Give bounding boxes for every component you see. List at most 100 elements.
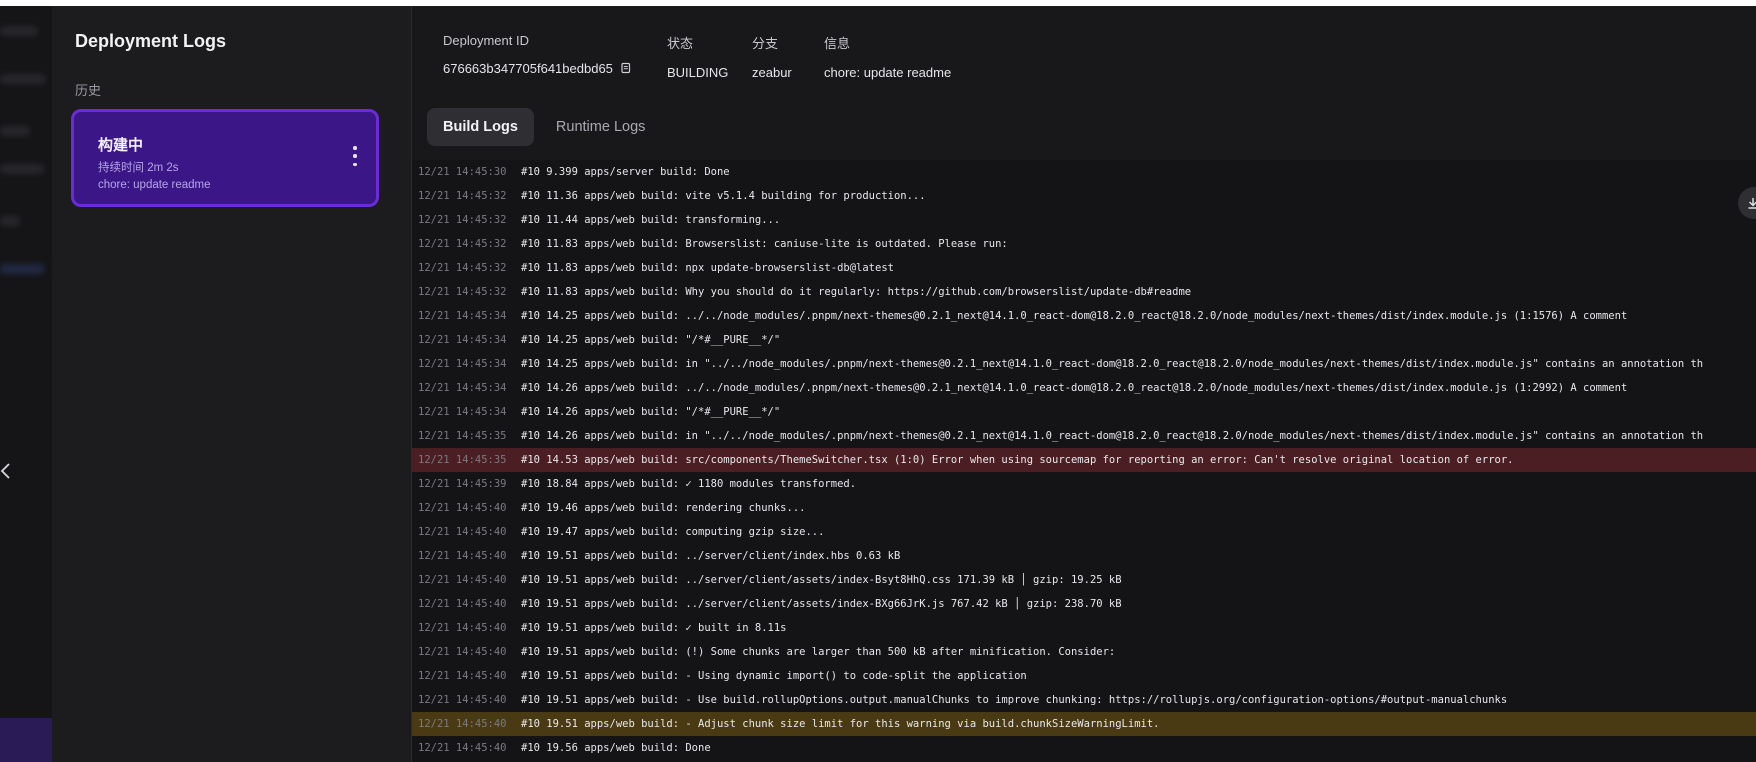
history-label: 历史	[75, 83, 102, 98]
log-timestamp: 12/21 14:45:40	[418, 550, 507, 562]
log-line: 12/21 14:45:34 #10 14.25 apps/web build: …	[412, 304, 1756, 328]
log-timestamp: 12/21 14:45:35	[418, 430, 507, 442]
log-line: 12/21 14:45:34 #10 14.25 apps/web build: …	[412, 352, 1756, 376]
log-line: 12/21 14:45:30 #10 9.399 apps/server buil…	[412, 160, 1756, 184]
log-message: #10 19.51 apps/web build: - Use build.ro…	[521, 694, 1508, 706]
branch-label: 分支	[752, 36, 779, 51]
log-timestamp: 12/21 14:45:34	[418, 358, 507, 370]
message-field: 信息 chore: update readme	[824, 33, 951, 80]
sidebar-title: Deployment Logs	[75, 31, 227, 51]
log-timestamp: 12/21 14:45:40	[418, 742, 507, 754]
log-timestamp: 12/21 14:45:34	[418, 382, 507, 394]
background-glow	[0, 718, 52, 762]
log-message: #10 19.51 apps/web build: (!) Some chunk…	[521, 646, 1116, 658]
log-line: 12/21 14:45:34 #10 14.25 apps/web build: …	[412, 328, 1756, 352]
log-message: #10 14.25 apps/web build: "/*#__PURE__*/…	[521, 334, 781, 346]
log-message: #10 19.51 apps/web build: - Adjust chunk…	[521, 718, 1160, 730]
deployment-detail: Deployment ID 676663b347705f641bedbd65 状…	[412, 6, 1756, 762]
log-timestamp: 12/21 14:45:40	[418, 574, 507, 586]
log-message: #10 14.26 apps/web build: "/*#__PURE__*/…	[521, 406, 781, 418]
copy-icon[interactable]	[619, 62, 632, 75]
log-timestamp: 12/21 14:45:40	[418, 718, 507, 730]
more-vertical-icon[interactable]	[352, 146, 358, 166]
chevron-left-icon[interactable]	[0, 461, 14, 485]
log-timestamp: 12/21 14:45:40	[418, 670, 507, 682]
log-message: #10 19.51 apps/web build: ../server/clie…	[521, 598, 1122, 610]
tab-runtime-logs[interactable]: Runtime Logs	[540, 108, 661, 146]
deployment-id-label: Deployment ID	[443, 33, 529, 48]
log-message: #10 14.25 apps/web build: in "../../node…	[521, 358, 1704, 370]
log-line: 12/21 14:45:40 #10 19.51 apps/web build: …	[412, 544, 1756, 568]
message-label: 信息	[824, 36, 851, 51]
log-message: #10 14.25 apps/web build: ../../node_mod…	[521, 310, 1628, 322]
window-frame: Deployment Logs 历史 构建中 持续时间 2m 2s chore:…	[0, 0, 1756, 762]
log-message: #10 19.47 apps/web build: computing gzip…	[521, 526, 825, 538]
log-line: 12/21 14:45:40 #10 19.46 apps/web build: …	[412, 496, 1756, 520]
log-timestamp: 12/21 14:45:34	[418, 334, 507, 346]
log-timestamp: 12/21 14:45:32	[418, 286, 507, 298]
log-message: #10 18.84 apps/web build: ✓ 1180 modules…	[521, 478, 857, 490]
log-message: #10 11.83 apps/web build: Browserslist: …	[521, 238, 1008, 250]
branch-value: zeabur	[752, 65, 792, 80]
log-message: #10 19.51 apps/web build: ../server/clie…	[521, 550, 901, 562]
deployment-id-value: 676663b347705f641bedbd65	[443, 61, 613, 76]
background-nav-blurred	[0, 6, 52, 762]
log-line: 12/21 14:45:35 #10 14.26 apps/web build: …	[412, 424, 1756, 448]
log-tabs: Build Logs Runtime Logs	[427, 108, 661, 146]
log-line: 12/21 14:45:34 #10 14.26 apps/web build: …	[412, 400, 1756, 424]
log-timestamp: 12/21 14:45:32	[418, 238, 507, 250]
log-timestamp: 12/21 14:45:32	[418, 190, 507, 202]
log-line: 12/21 14:45:40 #10 19.51 apps/web build: …	[412, 592, 1756, 616]
log-timestamp: 12/21 14:45:34	[418, 406, 507, 418]
menu-dot	[353, 146, 357, 150]
log-timestamp: 12/21 14:45:39	[418, 478, 507, 490]
log-timestamp: 12/21 14:45:34	[418, 310, 507, 322]
blurred-item	[0, 126, 30, 136]
log-line: 12/21 14:45:40 #10 19.51 apps/web build: …	[412, 664, 1756, 688]
log-message: #10 19.51 apps/web build: ../server/clie…	[521, 574, 1122, 586]
deployment-id-row: 676663b347705f641bedbd65	[443, 61, 632, 76]
log-message: #10 11.83 apps/web build: Why you should…	[521, 286, 1192, 298]
log-line: 12/21 14:45:40 #10 19.51 apps/web build: …	[412, 640, 1756, 664]
status-value: BUILDING	[667, 65, 729, 80]
log-timestamp: 12/21 14:45:40	[418, 646, 507, 658]
log-timestamp: 12/21 14:45:40	[418, 622, 507, 634]
log-line: 12/21 14:45:35 #10 14.53 apps/web build: …	[412, 448, 1756, 472]
tab-build-logs[interactable]: Build Logs	[427, 108, 534, 146]
log-timestamp: 12/21 14:45:40	[418, 502, 507, 514]
deployment-card-duration: 持续时间 2m 2s	[98, 162, 179, 174]
log-timestamp: 12/21 14:45:30	[418, 166, 507, 178]
log-message: #10 19.56 apps/web build: Done	[521, 742, 711, 754]
deployment-card-message: chore: update readme	[98, 179, 211, 191]
log-output[interactable]: 12/21 14:45:30 #10 9.399 apps/server buil…	[412, 160, 1756, 762]
status-field: 状态 BUILDING	[667, 33, 728, 80]
log-timestamp: 12/21 14:45:40	[418, 598, 507, 610]
deployment-sidebar: Deployment Logs 历史 构建中 持续时间 2m 2s chore:…	[52, 6, 412, 762]
deployment-card[interactable]: 构建中 持续时间 2m 2s chore: update readme	[71, 109, 379, 207]
blurred-item	[0, 74, 46, 84]
menu-dot	[353, 162, 357, 166]
blurred-item	[0, 216, 20, 226]
menu-dot	[353, 154, 357, 158]
blurred-item	[0, 164, 44, 174]
log-line: 12/21 14:45:32 #10 11.83 apps/web build: …	[412, 232, 1756, 256]
log-line: 12/21 14:45:40 #10 19.47 apps/web build: …	[412, 520, 1756, 544]
log-message: #10 19.46 apps/web build: rendering chun…	[521, 502, 806, 514]
log-line: 12/21 14:45:32 #10 11.83 apps/web build: …	[412, 256, 1756, 280]
app-root: Deployment Logs 历史 构建中 持续时间 2m 2s chore:…	[0, 6, 1756, 762]
log-line: 12/21 14:45:40 #10 19.51 apps/web build: …	[412, 568, 1756, 592]
log-message: #10 11.44 apps/web build: transforming..…	[521, 214, 781, 226]
log-line: 12/21 14:45:40 #10 19.56 apps/web build: …	[412, 736, 1756, 760]
log-message: #10 19.51 apps/web build: - Using dynami…	[521, 670, 1027, 682]
branch-field: 分支 zeabur	[752, 33, 792, 80]
log-timestamp: 12/21 14:45:32	[418, 262, 507, 274]
log-timestamp: 12/21 14:45:40	[418, 694, 507, 706]
log-line: 12/21 14:45:40 #10 19.51 apps/web build: …	[412, 712, 1756, 736]
log-message: #10 11.83 apps/web build: npx update-bro…	[521, 262, 894, 274]
status-label: 状态	[667, 36, 694, 51]
log-message: #10 14.26 apps/web build: in "../../node…	[521, 430, 1704, 442]
log-message: #10 14.53 apps/web build: src/components…	[521, 454, 1514, 466]
log-message: #10 19.51 apps/web build: ✓ built in 8.1…	[521, 622, 787, 634]
log-line: 12/21 14:45:32 #10 11.36 apps/web build: …	[412, 184, 1756, 208]
log-message: #10 11.36 apps/web build: vite v5.1.4 bu…	[521, 190, 926, 202]
